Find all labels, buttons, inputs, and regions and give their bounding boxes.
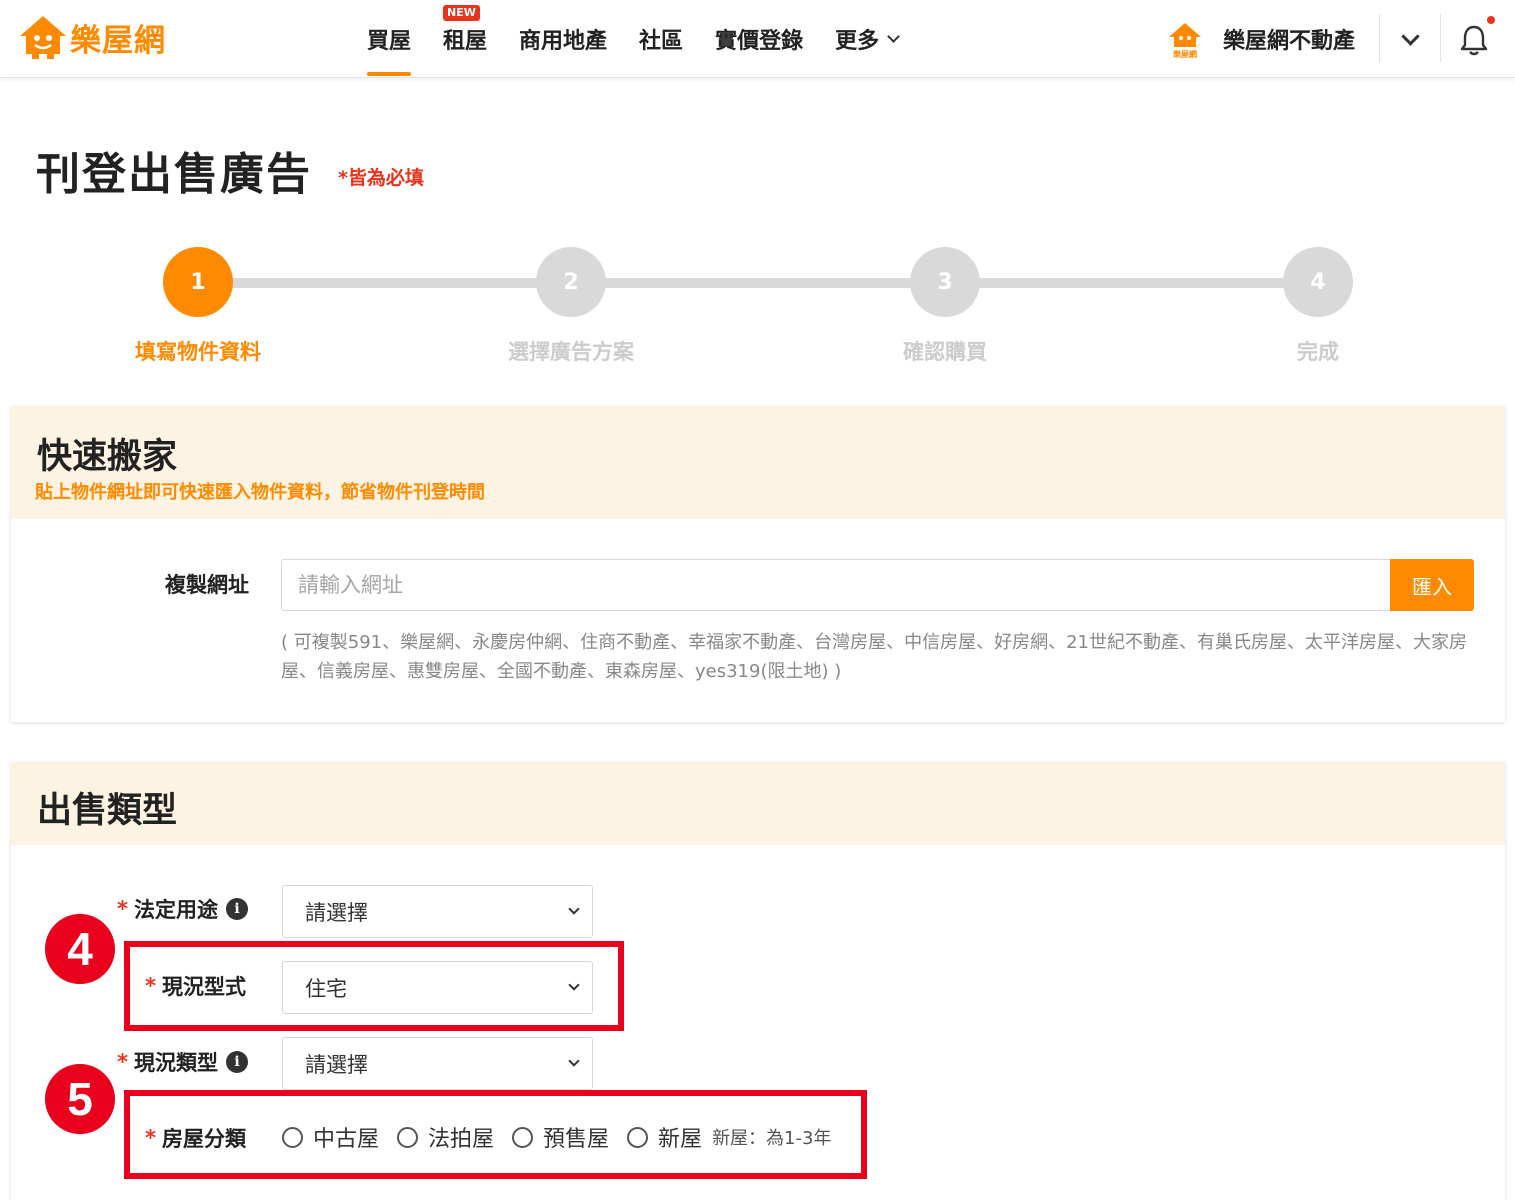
step-1-circle: 1: [163, 247, 233, 317]
step-2-label: 選擇廣告方案: [508, 340, 634, 364]
annotation-badge-5: 5: [45, 1064, 115, 1134]
required-note: *皆為必填: [338, 167, 424, 189]
logo-text: 樂屋網: [70, 22, 166, 59]
nav-community[interactable]: 社區: [639, 0, 683, 78]
house-category-radio-group: 中古屋 法拍屋 預售屋 新屋 新屋：為1-3年: [282, 1121, 831, 1153]
supported-sites-hint: ( 可複製591、樂屋網、永慶房仲網、住商不動產、幸福家不動產、台灣房屋、中信房…: [281, 632, 1467, 682]
user-menu[interactable]: 樂屋網 樂屋網不動產: [1165, 0, 1355, 78]
new-house-note: 新屋：為1-3年: [712, 1128, 832, 1149]
required-star: *: [117, 897, 128, 921]
url-input[interactable]: [281, 559, 1393, 611]
step-1-label: 填寫物件資料: [135, 340, 261, 364]
nav-label: 實價登錄: [715, 29, 804, 54]
label-text: 法定用途: [133, 898, 218, 922]
step-2-circle: 2: [536, 247, 606, 317]
current-type-label: * 現況類型 i: [117, 1047, 248, 1077]
step-connector: [232, 278, 538, 288]
radio-button[interactable]: [282, 1126, 303, 1148]
step-4-label: 完成: [1297, 340, 1339, 364]
radio-label: 預售屋: [543, 1127, 610, 1152]
user-avatar-icon: 樂屋網: [1169, 23, 1201, 59]
current-type-select[interactable]: 請選擇: [282, 1037, 593, 1090]
chevron-down-icon: [887, 29, 900, 43]
chevron-down-icon: [568, 1055, 580, 1067]
page-title: 刊登出售廣告: [36, 149, 312, 200]
step-3-label: 確認購買: [903, 340, 987, 364]
required-star: *: [145, 1126, 156, 1150]
step-3-circle: 3: [910, 247, 980, 317]
radio-button[interactable]: [627, 1126, 649, 1148]
label-text: 現況類型: [133, 1051, 218, 1075]
house-category-label: * 房屋分類: [145, 1123, 246, 1153]
current-form-select[interactable]: 住宅: [282, 961, 593, 1014]
main-nav: 買屋 NEW 租屋 商用地產 社區 實價登錄 更多: [367, 0, 930, 78]
chevron-down-icon: [568, 903, 580, 915]
nav-actual-price[interactable]: 實價登錄: [715, 0, 803, 78]
nav-rent-house[interactable]: NEW 租屋: [443, 0, 487, 78]
divider: [1379, 14, 1380, 62]
radio-label: 新屋: [658, 1127, 703, 1152]
radio-label: 中古屋: [313, 1127, 380, 1152]
info-icon[interactable]: i: [225, 1051, 248, 1073]
sale-type-title: 出售類型: [37, 791, 178, 831]
step-4-circle: 4: [1283, 247, 1353, 317]
label-text: 現況型式: [161, 975, 246, 999]
nav-label: 更多: [835, 29, 880, 54]
quick-move-subtitle: 貼上物件網址即可快速匯入物件資料，節省物件刊登時間: [35, 482, 485, 503]
new-badge: NEW: [443, 5, 480, 21]
bell-icon[interactable]: [1456, 22, 1492, 58]
step-connector: [978, 278, 1284, 288]
step-connector: [605, 278, 911, 288]
chevron-down-icon: [568, 979, 580, 991]
radio-button[interactable]: [397, 1126, 419, 1148]
select-value: 住宅: [305, 976, 347, 1001]
nav-commercial[interactable]: 商用地產: [519, 0, 607, 78]
notification-dot: [1487, 16, 1495, 24]
site-logo[interactable]: 樂屋網: [18, 14, 166, 60]
radio-button[interactable]: [512, 1126, 534, 1148]
nav-label: 社區: [639, 29, 684, 54]
sale-type-header: 出售類型: [11, 762, 1505, 845]
nav-more[interactable]: 更多: [835, 0, 900, 78]
nav-label: 商用地產: [519, 29, 608, 54]
radio-label: 法拍屋: [428, 1127, 495, 1152]
required-star: *: [117, 1050, 128, 1074]
required-star: *: [145, 974, 156, 998]
nav-label: 租屋: [443, 29, 488, 54]
import-button[interactable]: 匯入: [1390, 559, 1474, 611]
user-name: 樂屋網不動產: [1223, 29, 1356, 54]
nav-label: 買屋: [367, 29, 412, 54]
annotation-badge-4: 4: [45, 914, 115, 984]
select-value: 請選擇: [305, 900, 368, 925]
nav-buy-house[interactable]: 買屋: [367, 0, 412, 78]
current-form-label: * 現況型式: [145, 971, 246, 1001]
radio-presale[interactable]: 預售屋: [512, 1121, 609, 1153]
info-icon[interactable]: i: [225, 898, 248, 920]
legal-use-select[interactable]: 請選擇: [282, 885, 593, 938]
chevron-down-icon[interactable]: [1401, 27, 1420, 46]
top-navigation-bar: 樂屋網 買屋 NEW 租屋 商用地產 社區 實價登錄 更多 樂屋網 樂屋網不動產: [0, 0, 1515, 78]
quick-move-title: 快速搬家: [37, 437, 178, 477]
legal-use-label: * 法定用途 i: [117, 894, 248, 924]
avatar-text: 樂屋網: [1172, 49, 1197, 59]
select-value: 請選擇: [305, 1052, 368, 1077]
quick-move-header: 快速搬家 貼上物件網址即可快速匯入物件資料，節省物件刊登時間: [11, 406, 1505, 519]
radio-new-house[interactable]: 新屋: [627, 1121, 702, 1153]
radio-foreclosure[interactable]: 法拍屋: [397, 1121, 494, 1153]
house-mascot-icon: [20, 16, 66, 59]
copy-url-label: 複製網址: [165, 573, 249, 597]
label-text: 房屋分類: [161, 1127, 246, 1151]
radio-used-house[interactable]: 中古屋: [282, 1121, 379, 1153]
divider: [1440, 14, 1441, 62]
